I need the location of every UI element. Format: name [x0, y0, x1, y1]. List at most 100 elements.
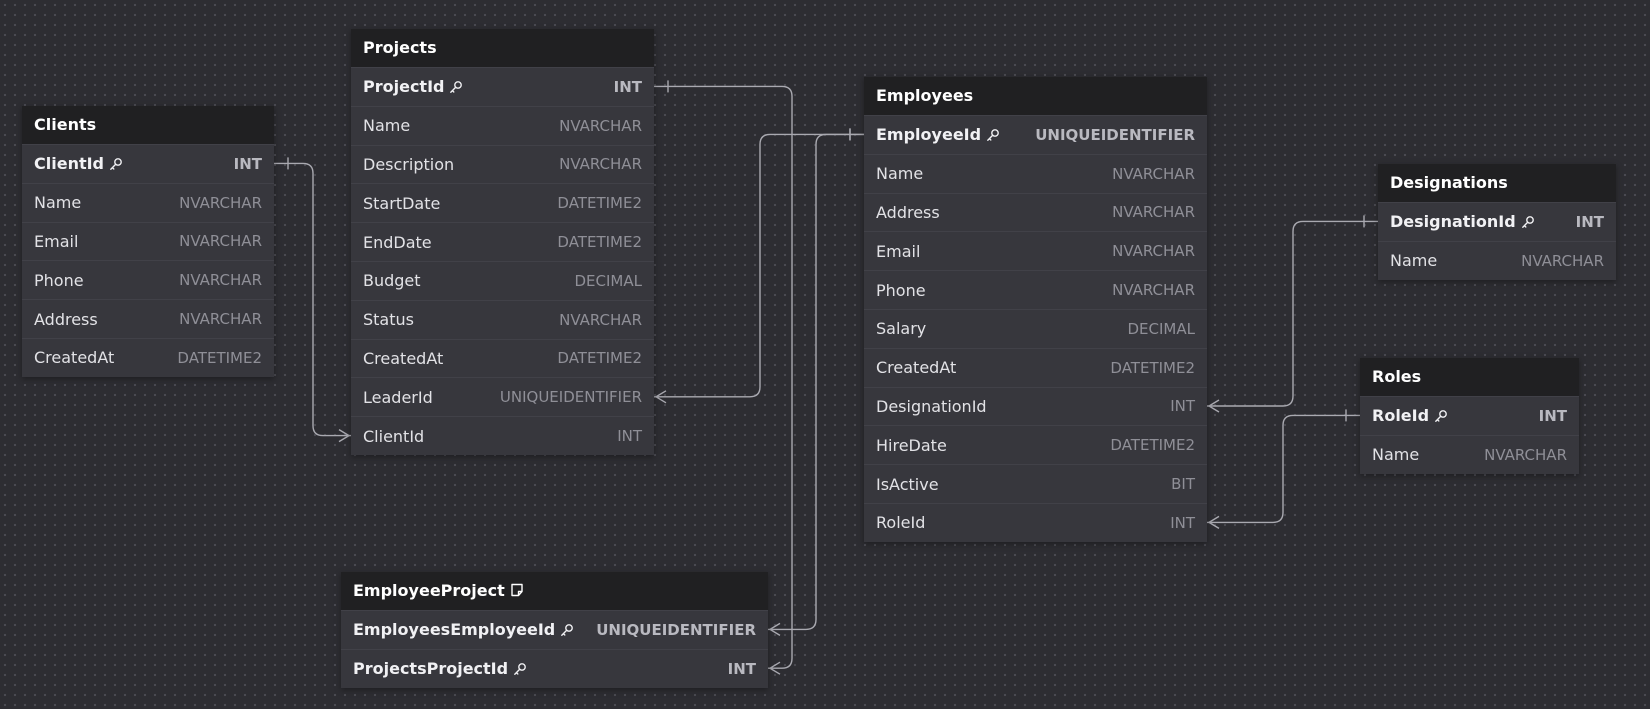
column-name: CreatedAt [876, 358, 956, 377]
column-name: Phone [34, 271, 84, 290]
note-icon [511, 583, 523, 597]
column-name: Name [876, 164, 923, 183]
column-name: Description [363, 155, 454, 174]
diagram-canvas[interactable]: Clients ClientId INT Name NVARCHAR Email NVARC… [0, 0, 1650, 709]
table-employeeproject[interactable]: EmployeeProject EmployeesEmployeeId UNIQUE… [341, 572, 768, 688]
column-row-designation-id[interactable]: DesignationId INT [1378, 202, 1616, 241]
column-type: INT [617, 427, 642, 446]
column-name-text: Name [34, 193, 82, 213]
column-row-address[interactable]: Address NVARCHAR [22, 299, 274, 338]
column-name-text: CreatedAt [876, 358, 957, 378]
column-row-created-at[interactable]: CreatedAt DATETIME2 [864, 347, 1207, 387]
column-name-text: CreatedAt [363, 348, 444, 368]
column-type: DATETIME2 [1110, 436, 1195, 455]
column-type: INT [1170, 513, 1195, 532]
table-title: Projects [363, 38, 437, 57]
table-projects[interactable]: Projects ProjectId INT Name NVARCHAR Descript… [351, 29, 654, 455]
column-row-is-active[interactable]: IsActive BIT [864, 464, 1207, 503]
column-name-text: IsActive [876, 474, 939, 494]
column-row-email[interactable]: Email NVARCHAR [864, 231, 1207, 270]
column-row-client-id[interactable]: ClientId INT [22, 144, 274, 183]
column-type: NVARCHAR [559, 155, 642, 174]
column-row-address[interactable]: Address NVARCHAR [864, 192, 1207, 232]
column-type: DATETIME2 [557, 349, 642, 368]
table-title: Clients [34, 115, 97, 134]
column-row-projects-project-id[interactable]: ProjectsProjectId INT [341, 648, 768, 688]
column-row-created-at[interactable]: CreatedAt DATETIME2 [351, 338, 654, 378]
column-name-text: EndDate [363, 232, 432, 252]
column-row-description[interactable]: Description NVARCHAR [351, 144, 654, 184]
table-employees[interactable]: Employees EmployeeId UNIQUEIDENTIFIER Name N… [864, 77, 1207, 542]
column-row-client-id[interactable]: ClientId INT [351, 416, 654, 455]
column-name-text: ClientId [34, 154, 105, 174]
column-row-project-id[interactable]: ProjectId INT [351, 67, 654, 106]
column-row-employee-id[interactable]: EmployeeId UNIQUEIDENTIFIER [864, 115, 1207, 154]
column-type: NVARCHAR [1521, 251, 1604, 270]
relationship-line [1207, 414, 1360, 524]
column-name-text: Name [876, 164, 924, 184]
column-name-text: Name [363, 116, 411, 136]
column-row-designation-id[interactable]: DesignationId INT [864, 386, 1207, 426]
table-header-projects[interactable]: Projects [351, 29, 654, 67]
column-row-role-id[interactable]: RoleId INT [1360, 396, 1579, 435]
column-row-email[interactable]: Email NVARCHAR [22, 221, 274, 261]
column-row-start-date[interactable]: StartDate DATETIME2 [351, 183, 654, 222]
column-name-text: Status [363, 310, 414, 330]
column-name: Name [34, 193, 81, 212]
column-row-hire-date[interactable]: HireDate DATETIME2 [864, 425, 1207, 464]
column-name: Name [363, 116, 410, 135]
table-header-clients[interactable]: Clients [22, 106, 274, 144]
column-row-name[interactable]: Name NVARCHAR [864, 153, 1207, 193]
relationship-line [274, 162, 351, 437]
column-name-text: HireDate [876, 435, 947, 455]
column-type: NVARCHAR [179, 310, 262, 329]
relationship-line [654, 133, 864, 398]
column-type: UNIQUEIDENTIFIER [499, 388, 642, 407]
table-title: Roles [1372, 367, 1422, 386]
column-type: NVARCHAR [559, 310, 642, 329]
table-header-employees[interactable]: Employees [864, 77, 1207, 115]
column-type: INT [613, 77, 642, 96]
column-row-role-id[interactable]: RoleId INT [864, 502, 1207, 542]
column-row-salary[interactable]: Salary DECIMAL [864, 308, 1207, 348]
column-type: NVARCHAR [1112, 203, 1195, 222]
column-name: Budget [363, 271, 421, 290]
table-header-roles[interactable]: Roles [1360, 358, 1579, 396]
column-name-text: ProjectId [363, 77, 445, 97]
column-row-phone[interactable]: Phone NVARCHAR [22, 260, 274, 299]
table-designations[interactable]: Designations DesignationId INT Name NVARCHAR [1378, 164, 1616, 280]
column-name-text: Address [876, 202, 940, 222]
column-type: DECIMAL [1127, 319, 1196, 338]
column-row-phone[interactable]: Phone NVARCHAR [864, 270, 1207, 309]
column-row-name[interactable]: Name NVARCHAR [22, 182, 274, 222]
column-row-employees-employee-id[interactable]: EmployeesEmployeeId UNIQUEIDENTIFIER [341, 610, 768, 649]
column-row-end-date[interactable]: EndDate DATETIME2 [351, 222, 654, 261]
key-icon [110, 157, 122, 170]
column-type: INT [727, 659, 756, 678]
table-clients[interactable]: Clients ClientId INT Name NVARCHAR Email NVARC… [22, 106, 274, 377]
column-row-status[interactable]: Status NVARCHAR [351, 299, 654, 339]
table-header-employeeproject[interactable]: EmployeeProject [341, 572, 768, 610]
column-row-name[interactable]: Name NVARCHAR [351, 105, 654, 145]
column-row-name[interactable]: Name NVARCHAR [1378, 240, 1616, 280]
table-roles[interactable]: Roles RoleId INT Name NVARCHAR [1360, 358, 1579, 474]
column-row-created-at[interactable]: CreatedAt DATETIME2 [22, 337, 274, 377]
column-row-leader-id[interactable]: LeaderId UNIQUEIDENTIFIER [351, 377, 654, 416]
key-icon [561, 623, 574, 636]
key-icon [987, 128, 999, 141]
column-row-name[interactable]: Name NVARCHAR [1360, 434, 1579, 474]
column-name: RoleId [876, 513, 925, 532]
column-name: ProjectsProjectId [353, 659, 527, 678]
column-name: Email [34, 232, 78, 251]
column-row-budget[interactable]: Budget DECIMAL [351, 260, 654, 300]
table-header-designations[interactable]: Designations [1378, 164, 1616, 202]
column-name-text: ClientId [363, 426, 425, 446]
column-name-text: CreatedAt [34, 348, 115, 368]
column-name-text: EmployeesEmployeeId [353, 620, 556, 640]
column-name: Email [876, 242, 920, 261]
column-name: Salary [876, 319, 926, 338]
column-name: Status [363, 310, 414, 329]
column-type: BIT [1171, 475, 1195, 494]
column-name: EndDate [363, 233, 432, 252]
column-name-text: Email [34, 231, 79, 251]
